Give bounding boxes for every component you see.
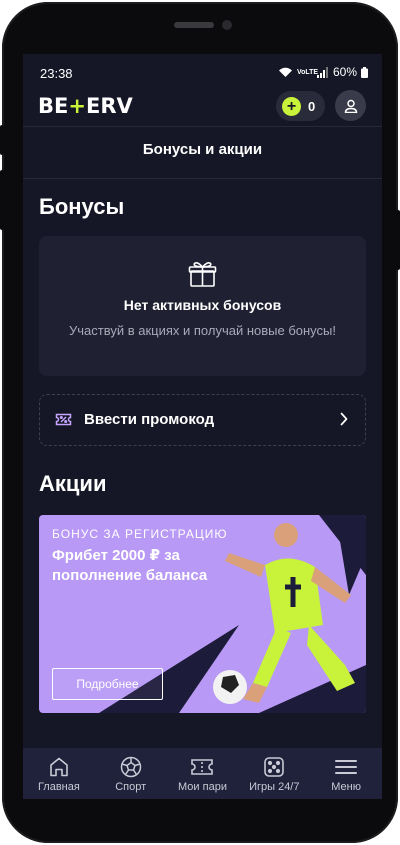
- app-header: BE+ERV + 0: [23, 88, 382, 126]
- banner-kicker: БОНУС ЗА РЕГИСТРАЦИЮ: [52, 527, 228, 541]
- tab-games[interactable]: Игры 24/7: [238, 748, 310, 799]
- network-type: VoLTE: [296, 68, 319, 76]
- ticket-icon: [191, 759, 214, 775]
- header-divider: [23, 126, 382, 127]
- status-time: 23:38: [40, 66, 73, 81]
- phone-speaker: [174, 22, 214, 28]
- tab-sport-label: Спорт: [115, 781, 147, 793]
- tab-home-label: Главная: [37, 781, 80, 793]
- deposit-plus-icon: +: [282, 96, 301, 116]
- tab-my-bets[interactable]: Мои пари: [167, 748, 239, 799]
- logo-text-start: BE: [38, 94, 69, 118]
- status-icons: VoLTE 60%: [278, 65, 368, 79]
- betery-logo[interactable]: BE+ERV: [38, 94, 133, 118]
- status-bar: 23:38 VoLTE 60%: [23, 54, 382, 88]
- menu-icon: [335, 760, 358, 774]
- wifi-icon: [278, 67, 292, 77]
- banner-title: Фрибет 2000 ₽ за пополнение баланса: [52, 547, 208, 584]
- user-icon: [344, 99, 357, 113]
- promo-code-button[interactable]: Ввести промокод: [39, 394, 366, 446]
- logo-text-end: ERV: [85, 94, 133, 118]
- home-icon: [50, 757, 68, 777]
- promotions-heading: Акции: [39, 471, 107, 496]
- bottom-tab-bar: Главная Спорт Мои пари Игры 24/7 Меню: [23, 748, 382, 799]
- dice-icon: [264, 757, 285, 777]
- tab-games-label: Игры 24/7: [249, 781, 300, 793]
- side-button: [396, 210, 400, 270]
- app-screen: 23:38 VoLTE 60% BE+ERV + 0 Бонусы и акци…: [23, 54, 382, 799]
- chevron-right-icon: [340, 412, 348, 426]
- signal-icon: [316, 66, 328, 78]
- title-divider: [23, 178, 382, 179]
- gift-icon: [188, 261, 217, 287]
- bonuses-heading: Бонусы: [39, 194, 125, 219]
- banner-details-button[interactable]: Подробнее: [52, 668, 163, 700]
- promo-code-label: Ввести промокод: [84, 411, 215, 428]
- side-button: [0, 170, 4, 230]
- tab-home[interactable]: Главная: [23, 748, 95, 799]
- promo-banner[interactable]: БОНУС ЗА РЕГИСТРАЦИЮ Фрибет 2000 ₽ за по…: [39, 515, 366, 713]
- tab-my-bets-label: Мои пари: [178, 781, 227, 793]
- promo-code-icon: [55, 413, 72, 426]
- balance-value: 0: [308, 98, 316, 114]
- page-title: Бонусы и акции: [142, 141, 263, 158]
- empty-bonuses-title: Нет активных бонусов: [123, 297, 282, 313]
- battery-icon: [361, 66, 368, 78]
- profile-button[interactable]: [335, 90, 366, 121]
- battery-percent: 60%: [332, 65, 357, 79]
- empty-bonuses-card: Нет активных бонусов Участвуй в акциях и…: [39, 236, 366, 376]
- phone-frame: 23:38 VoLTE 60% BE+ERV + 0 Бонусы и акци…: [2, 2, 398, 843]
- tab-menu-label: Меню: [331, 781, 361, 793]
- balance-button[interactable]: + 0: [276, 91, 325, 121]
- phone-camera: [222, 20, 232, 30]
- side-button: [0, 125, 4, 155]
- soccer-ball-icon: [120, 756, 141, 778]
- logo-accent: +: [68, 94, 86, 118]
- tab-menu[interactable]: Меню: [310, 748, 382, 799]
- tab-sport[interactable]: Спорт: [95, 748, 167, 799]
- empty-bonuses-text: Участвуй в акциях и получай новые бонусы…: [69, 323, 336, 338]
